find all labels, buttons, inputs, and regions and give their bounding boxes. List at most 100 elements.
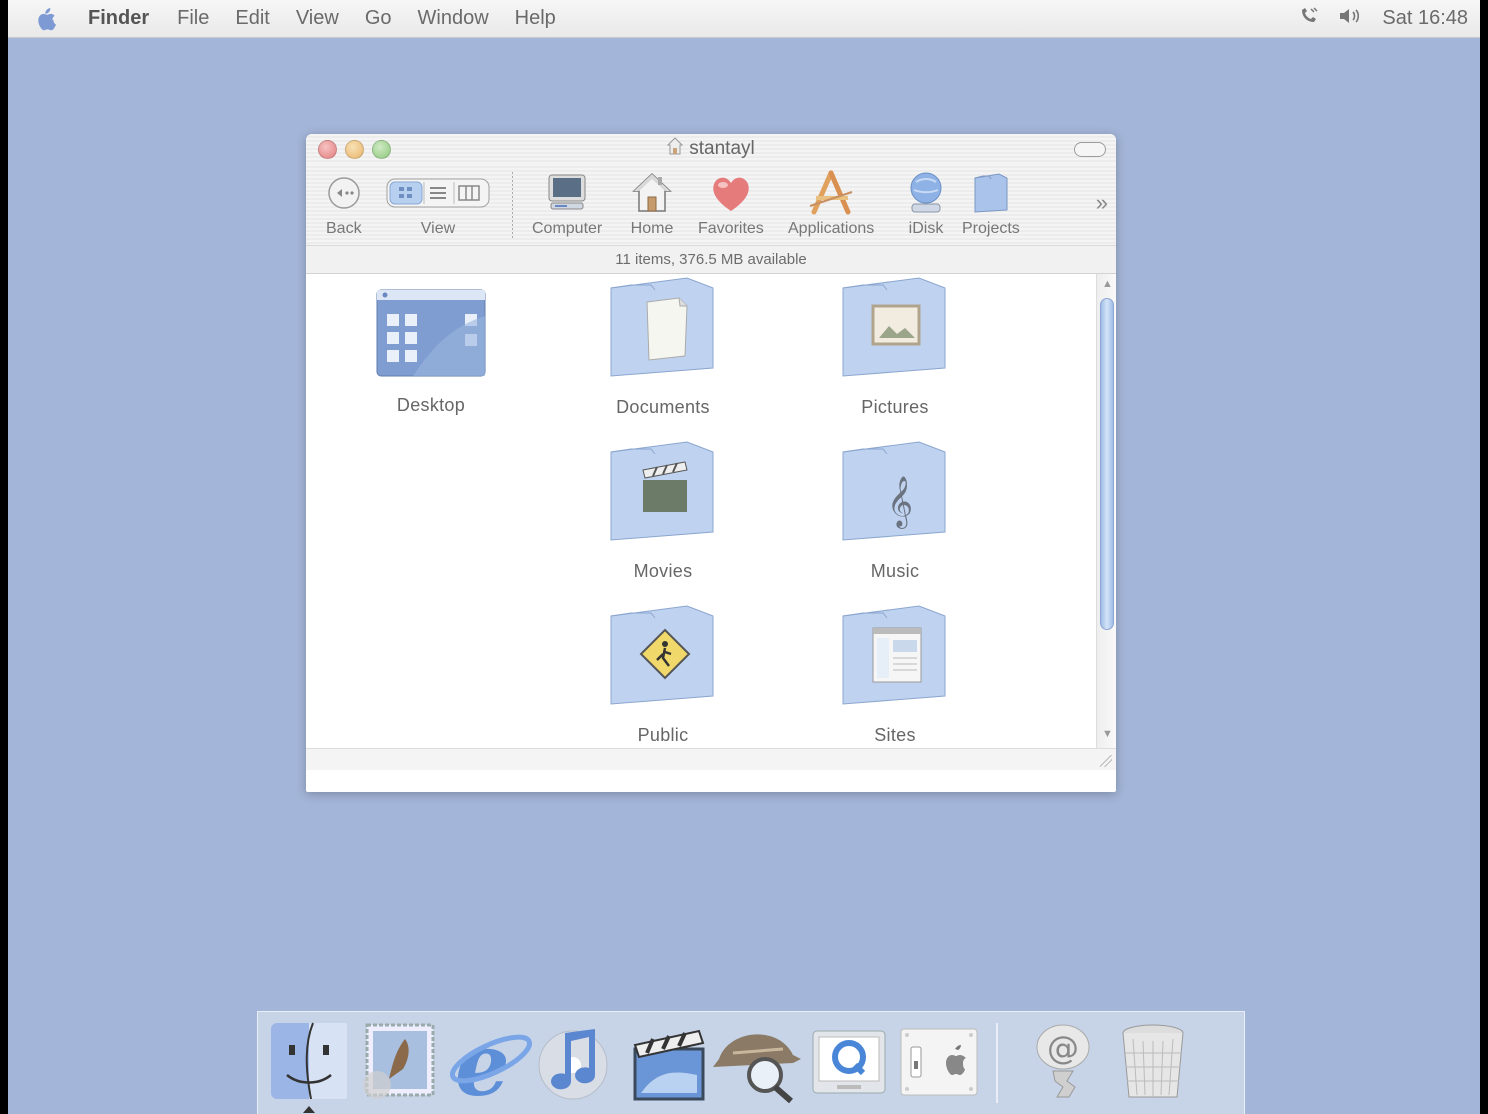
dock-internet-explorer[interactable]: e	[444, 1015, 534, 1114]
computer-icon	[545, 171, 589, 220]
mail-icon	[359, 1019, 439, 1108]
back-button[interactable]: Back	[326, 170, 362, 238]
menu-edit[interactable]: Edit	[235, 7, 269, 30]
item-movies[interactable]: Movies	[588, 440, 738, 582]
projects-button[interactable]: Projects	[962, 170, 1020, 238]
horizontal-scrollbar[interactable]	[306, 748, 1116, 770]
menu-view[interactable]: View	[296, 7, 339, 30]
home-icon	[630, 171, 674, 220]
applications-button[interactable]: Applications	[788, 170, 874, 238]
minimize-button[interactable]	[345, 140, 364, 159]
back-arrow-icon	[327, 176, 361, 215]
window-title: stantayl	[689, 138, 755, 159]
modem-icon[interactable]	[1298, 6, 1320, 32]
pictures-folder-icon	[837, 276, 953, 385]
dock: e @	[257, 1011, 1245, 1114]
favorites-button[interactable]: Favorites	[698, 170, 764, 238]
projects-label: Projects	[962, 220, 1020, 237]
internet-explorer-icon: e	[445, 1015, 533, 1114]
sites-folder-icon	[837, 604, 953, 713]
toolbar-overflow-chevron-icon[interactable]: »	[1096, 190, 1108, 216]
item-documents[interactable]: Documents	[588, 276, 738, 418]
toolbar-toggle-button[interactable]	[1074, 142, 1106, 157]
window-toolbar: Back View Computer Home Favorites Applic…	[306, 164, 1116, 246]
view-mode-icon	[386, 177, 490, 214]
quicktime-icon	[809, 1019, 889, 1108]
applications-label: Applications	[788, 220, 875, 237]
item-pictures[interactable]: Pictures	[820, 276, 970, 418]
dock-quicktime[interactable]	[804, 1015, 894, 1111]
item-label: Public	[637, 725, 689, 745]
home-button[interactable]: Home	[630, 170, 674, 238]
item-public[interactable]: Public	[588, 604, 738, 746]
computer-button[interactable]: Computer	[532, 170, 602, 238]
item-desktop[interactable]: Desktop	[356, 286, 506, 416]
item-label: Movies	[633, 561, 693, 581]
finder-window: stantayl Back View Computer Home Favorit…	[306, 134, 1116, 792]
trash-icon	[1113, 1019, 1193, 1108]
desktop-folder-icon	[373, 286, 489, 383]
item-label: Sites	[874, 725, 916, 745]
item-sites[interactable]: Sites	[820, 604, 970, 746]
svg-text:𝄞: 𝄞	[887, 476, 913, 529]
dock-separator	[996, 1023, 998, 1103]
menu-finder[interactable]: Finder	[88, 7, 149, 30]
menu-bar: Finder File Edit View Go Window Help Sat…	[8, 0, 1480, 38]
menu-help[interactable]: Help	[515, 7, 556, 30]
menu-clock[interactable]: Sat 16:48	[1382, 7, 1468, 30]
item-label: Pictures	[861, 397, 929, 417]
resize-grip-icon[interactable]	[1100, 755, 1112, 767]
view-buttons[interactable]: View	[386, 170, 490, 238]
home-title-icon	[667, 137, 684, 161]
item-label: Desktop	[396, 395, 466, 415]
apple-menu-icon[interactable]	[34, 6, 58, 32]
scroll-up-arrow-icon[interactable]: ▲	[1102, 278, 1113, 290]
dock-sherlock[interactable]	[713, 1015, 805, 1111]
menu-go[interactable]: Go	[365, 7, 392, 30]
back-label: Back	[326, 220, 362, 237]
itunes-icon	[537, 1019, 621, 1108]
dock-mail-at[interactable]: @	[1018, 1015, 1108, 1111]
dock-imovie[interactable]	[624, 1015, 714, 1111]
vertical-scrollbar[interactable]: ▲ ▼	[1096, 274, 1116, 770]
idisk-label: iDisk	[908, 220, 944, 237]
idisk-button[interactable]: iDisk	[904, 170, 948, 238]
favorites-label: Favorites	[698, 220, 764, 237]
scroll-down-arrow-icon[interactable]: ▼	[1102, 728, 1113, 740]
toolbar-divider	[512, 172, 513, 240]
public-folder-icon	[605, 604, 721, 713]
music-folder-icon: 𝄞	[837, 440, 953, 549]
imovie-icon	[625, 1019, 713, 1108]
system-preferences-icon	[897, 1019, 981, 1108]
dock-system-preferences[interactable]	[894, 1015, 984, 1111]
close-button[interactable]	[318, 140, 337, 159]
view-label: View	[420, 220, 456, 237]
menu-window[interactable]: Window	[418, 7, 489, 30]
dock-itunes[interactable]	[534, 1015, 624, 1111]
desktop: Finder File Edit View Go Window Help Sat…	[8, 0, 1480, 1114]
scroll-thumb[interactable]	[1100, 298, 1114, 630]
dock-finder[interactable]	[264, 1015, 354, 1113]
home-label: Home	[630, 220, 674, 237]
computer-label: Computer	[532, 220, 603, 237]
window-titlebar[interactable]: stantayl	[306, 134, 1116, 164]
item-music[interactable]: 𝄞 Music	[820, 440, 970, 582]
item-label: Documents	[616, 397, 710, 417]
idisk-icon	[904, 170, 948, 221]
svg-text:@: @	[1047, 1029, 1079, 1067]
heart-icon	[709, 173, 753, 218]
finder-icon	[269, 1019, 349, 1108]
zoom-button[interactable]	[372, 140, 391, 159]
sherlock-icon	[713, 1019, 805, 1108]
item-label: Music	[870, 561, 920, 581]
menu-file[interactable]: File	[177, 7, 209, 30]
icon-view: Desktop Documents Pictures Movies 𝄞 Musi…	[306, 274, 1116, 770]
dock-trash[interactable]	[1108, 1015, 1198, 1111]
dock-mail[interactable]	[354, 1015, 444, 1111]
documents-folder-icon	[605, 276, 721, 385]
applications-icon	[806, 170, 856, 221]
movies-folder-icon	[605, 440, 721, 549]
mail-at-icon: @	[1023, 1019, 1103, 1108]
status-bar: 11 items, 376.5 MB available	[306, 246, 1116, 274]
volume-icon[interactable]	[1338, 6, 1364, 32]
